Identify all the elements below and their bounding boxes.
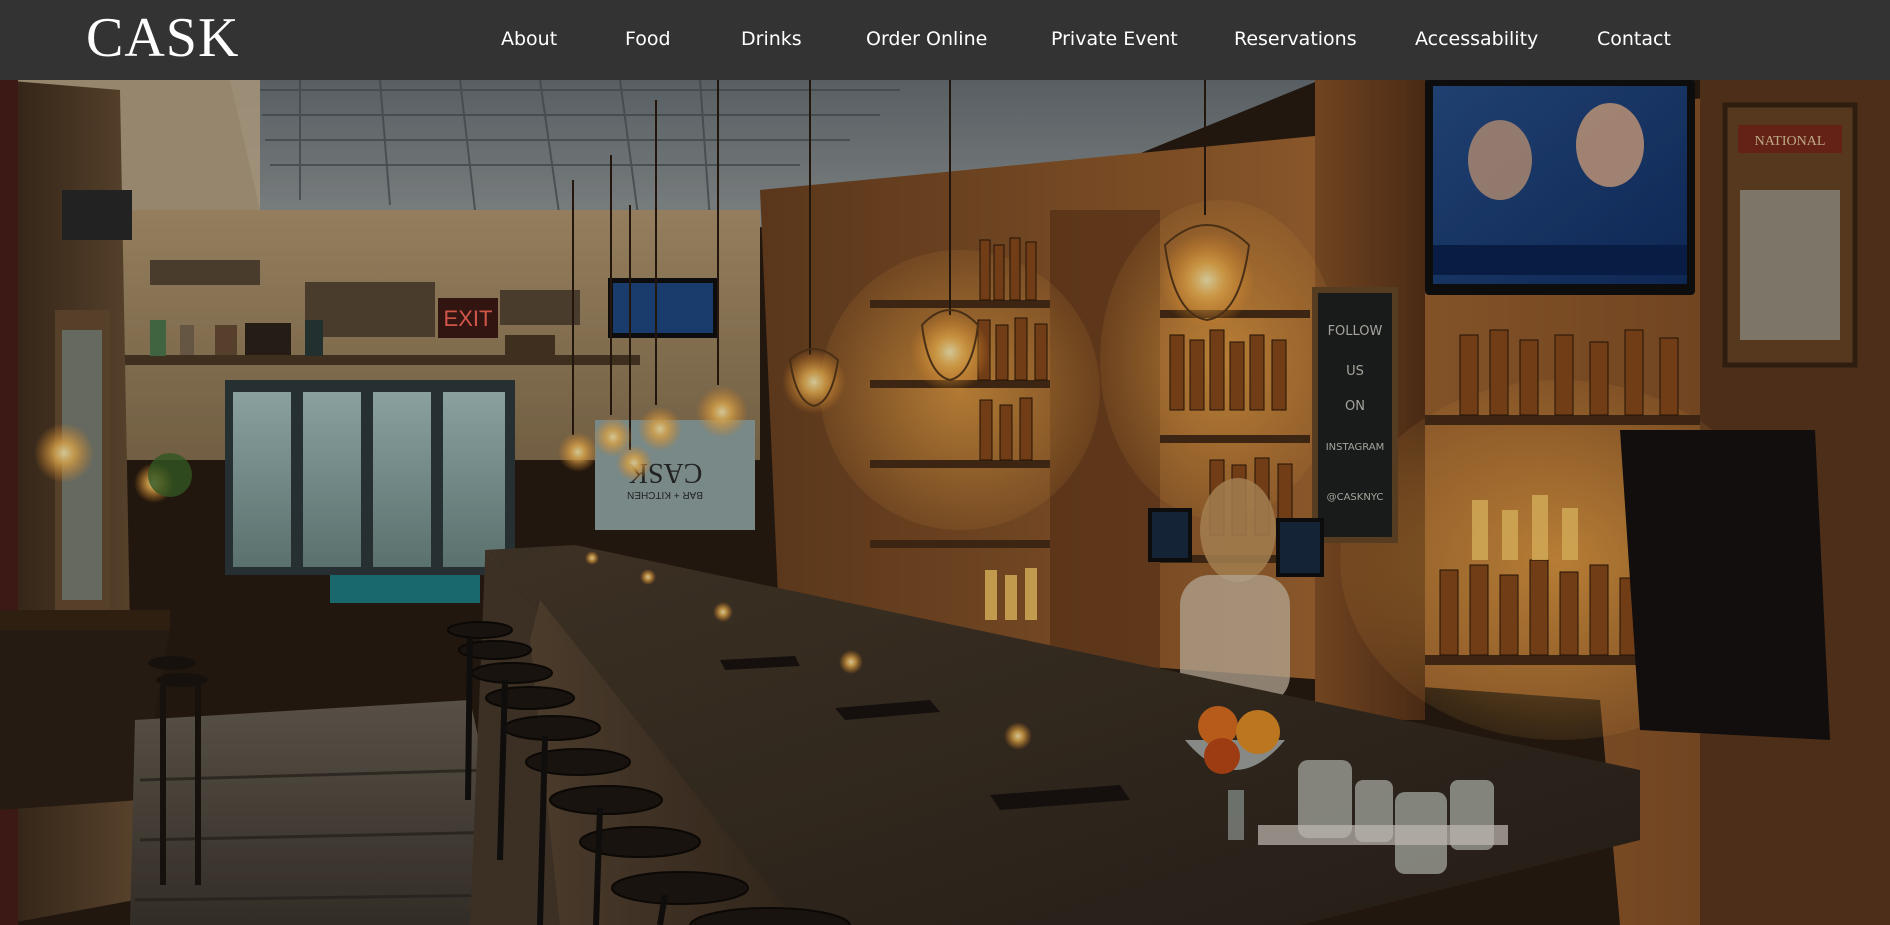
site-header: CASK About Food Drinks Order Online Priv…: [0, 0, 1890, 80]
nav-item-drinks[interactable]: Drinks: [741, 25, 802, 53]
nav-item-contact[interactable]: Contact: [1597, 25, 1671, 53]
nav-item-private-event[interactable]: Private Event: [1051, 25, 1178, 53]
nav-item-order-online[interactable]: Order Online: [866, 25, 987, 53]
nav-item-reservations[interactable]: Reservations: [1234, 25, 1357, 53]
bar-interior-illustration: EXIT CASK BAR + KITCHEN FOLLOW US ON INS…: [0, 80, 1890, 925]
hero-image: EXIT CASK BAR + KITCHEN FOLLOW US ON INS…: [0, 80, 1890, 925]
nav-item-food[interactable]: Food: [625, 25, 671, 53]
main-nav: About Food Drinks Order Online Private E…: [0, 0, 1890, 80]
nav-item-about[interactable]: About: [501, 25, 557, 53]
nav-item-accessability[interactable]: Accessability: [1415, 25, 1538, 53]
